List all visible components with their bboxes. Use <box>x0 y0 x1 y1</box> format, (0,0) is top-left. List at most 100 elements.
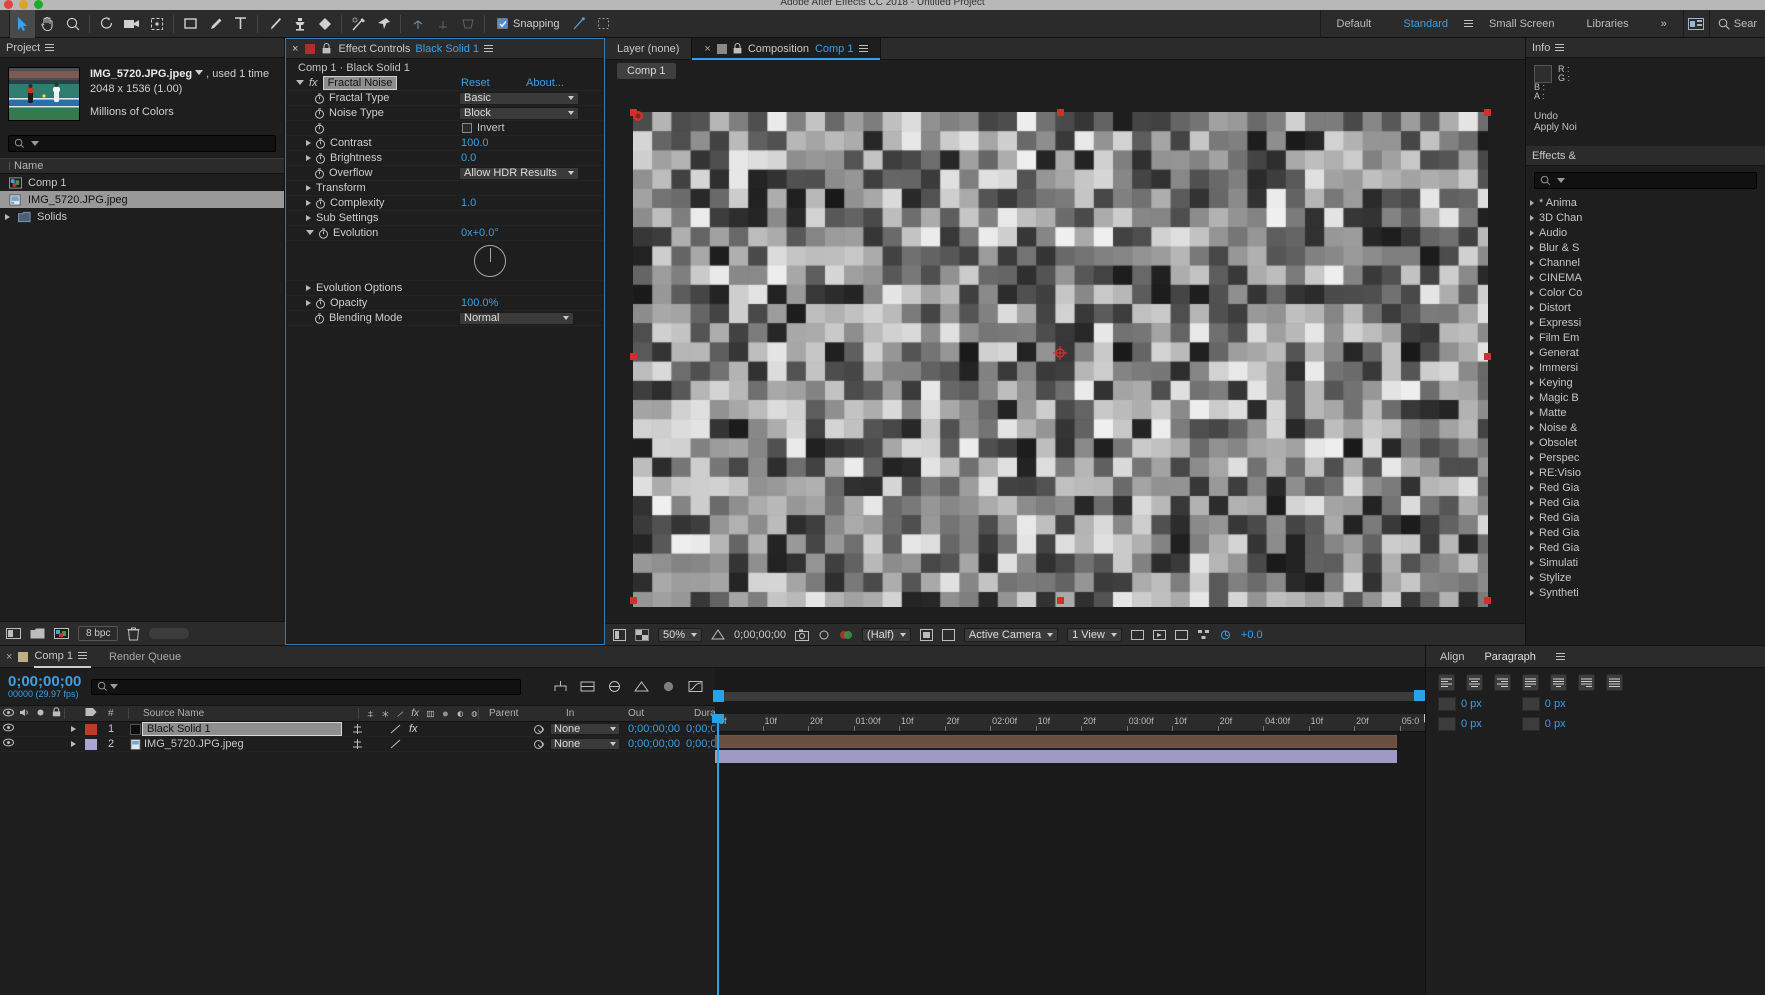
justify-all-icon[interactable] <box>1606 674 1623 691</box>
toolbar-grip[interactable] <box>0 10 10 37</box>
tab-effect-controls[interactable]: Effect Controls Black Solid 1 <box>338 43 493 55</box>
disclosure-triangle-icon[interactable] <box>1530 349 1534 356</box>
effect-header-fractal-noise[interactable]: fx Fractal Noise Reset About... <box>286 76 604 91</box>
disclosure-triangle-icon[interactable] <box>306 215 311 221</box>
delete-icon[interactable] <box>127 627 140 641</box>
layer-1-expand[interactable] <box>64 723 80 735</box>
disclosure-triangle-icon[interactable] <box>306 230 314 238</box>
layer-1-label-color[interactable] <box>80 723 102 735</box>
disclosure-triangle-icon[interactable] <box>1530 199 1534 206</box>
pixel-aspect-correction-icon[interactable] <box>1130 629 1144 641</box>
playhead-marker[interactable] <box>713 690 724 702</box>
disclosure-triangle-icon[interactable] <box>1530 529 1534 536</box>
justify-last-center-icon[interactable] <box>1550 674 1567 691</box>
align-left-icon[interactable] <box>1438 674 1455 691</box>
effects-category-item[interactable]: Stylize <box>1526 570 1765 585</box>
parent-header[interactable]: Parent <box>478 708 562 719</box>
roto-brush-tool[interactable] <box>346 10 371 38</box>
property-blending-mode[interactable]: Blending Mode Normal <box>286 311 604 326</box>
effect-name[interactable]: Fractal Noise <box>322 76 398 90</box>
property-fractal-type[interactable]: Fractal Type Basic <box>286 91 604 106</box>
blending-mode-dropdown[interactable]: Normal <box>459 311 574 325</box>
pan-behind-tool[interactable] <box>144 10 169 38</box>
effect-reset-button[interactable]: Reset <box>461 77 490 89</box>
playhead-line[interactable] <box>717 714 719 995</box>
effects-category-item[interactable]: Channel <box>1526 255 1765 270</box>
indent-right-field[interactable]: 0 px <box>1521 697 1566 711</box>
hide-shy-layers-icon[interactable] <box>607 680 622 693</box>
property-evolution[interactable]: Evolution 0x+0.0° <box>286 226 604 241</box>
disclosure-triangle-icon[interactable] <box>306 200 311 206</box>
zoom-tool[interactable] <box>60 10 85 38</box>
layer-2-duration-bar[interactable] <box>715 750 1397 763</box>
effects-category-item[interactable]: Obsolet <box>1526 435 1765 450</box>
effects-category-item[interactable]: Red Gia <box>1526 495 1765 510</box>
disclosure-triangle-icon[interactable] <box>1530 364 1534 371</box>
always-preview-icon[interactable] <box>613 628 626 641</box>
indent-left-field[interactable]: 0 px <box>1438 697 1482 711</box>
axis-local-icon[interactable] <box>405 10 430 38</box>
stopwatch-icon[interactable] <box>315 198 326 209</box>
tab-align[interactable]: Align <box>1440 651 1464 663</box>
layer-2-expand[interactable] <box>64 738 80 750</box>
frame-blending-icon[interactable] <box>634 680 650 693</box>
brightness-value[interactable]: 0.0 <box>461 152 476 164</box>
layer-1-name[interactable]: Black Solid 1 <box>142 722 342 736</box>
layer-1-quality-switch[interactable] <box>390 724 401 734</box>
reset-exposure-icon[interactable] <box>1219 629 1232 641</box>
disclosure-triangle-icon[interactable] <box>1530 274 1534 281</box>
disclosure-triangle-icon[interactable] <box>1530 559 1534 566</box>
effects-category-item[interactable]: Magic B <box>1526 390 1765 405</box>
stopwatch-icon[interactable] <box>314 123 325 134</box>
layer-2-parent-pickwhip[interactable] <box>526 739 550 750</box>
workspace-settings-icon[interactable] <box>1684 10 1709 38</box>
layer-2-video-toggle[interactable] <box>0 738 16 750</box>
snap-magnet-icon[interactable] <box>566 10 591 38</box>
show-channel-icon[interactable] <box>839 629 853 641</box>
timeline-menu-icon[interactable] <box>77 650 87 661</box>
layer-1-in[interactable]: 0;00;00;00 <box>620 723 686 735</box>
tab-info[interactable]: Info <box>1532 42 1565 54</box>
selection-handle-mr[interactable] <box>1484 353 1491 360</box>
disclosure-triangle-icon[interactable] <box>1530 514 1534 521</box>
new-composition-icon[interactable] <box>54 627 69 640</box>
in-header[interactable]: In <box>562 708 628 719</box>
take-snapshot-icon[interactable] <box>795 629 810 641</box>
disclosure-triangle-icon[interactable] <box>1530 454 1534 461</box>
selection-handle-bl[interactable] <box>630 597 637 604</box>
layer-number-header[interactable]: # <box>102 708 128 719</box>
effects-category-item[interactable]: Syntheti <box>1526 585 1765 600</box>
workspace-standard[interactable]: Standard <box>1387 10 1464 38</box>
timeline-link-icon[interactable] <box>1174 629 1188 641</box>
hand-tool[interactable] <box>35 10 60 38</box>
disclosure-triangle-icon[interactable] <box>5 213 10 220</box>
resolution-dropdown[interactable]: (Half) <box>862 627 911 642</box>
tab-composition[interactable]: × Composition Comp 1 <box>691 37 882 60</box>
composition-canvas[interactable] <box>605 80 1525 607</box>
show-snapshot-icon[interactable] <box>818 629 830 641</box>
out-header[interactable]: Out <box>628 708 694 719</box>
property-overflow[interactable]: Overflow Allow HDR Results <box>286 166 604 181</box>
effects-category-item[interactable]: Red Gia <box>1526 510 1765 525</box>
complexity-value[interactable]: 1.0 <box>461 197 476 209</box>
disclosure-triangle-icon[interactable] <box>1530 424 1534 431</box>
rotation-tool[interactable] <box>94 10 119 38</box>
effect-controls-menu-icon[interactable] <box>483 43 493 54</box>
camera-tool[interactable] <box>119 10 144 38</box>
effects-category-item[interactable]: Distort <box>1526 300 1765 315</box>
disclosure-triangle-icon[interactable] <box>1530 244 1534 251</box>
fractal-noise-render[interactable] <box>630 109 1491 607</box>
stopwatch-icon[interactable] <box>315 153 326 164</box>
selection-handle-br[interactable] <box>1484 597 1491 604</box>
disclosure-triangle-icon[interactable] <box>1530 409 1534 416</box>
layer-2-quality-switch[interactable] <box>390 739 401 749</box>
zoom-level-dropdown[interactable]: 50% <box>658 627 703 642</box>
timeline-timecode[interactable]: 0;00;00;00 <box>8 674 81 689</box>
property-complexity[interactable]: Complexity 1.0 <box>286 196 604 211</box>
space-after-field[interactable]: 0 px <box>1521 717 1566 731</box>
layer-1-fx-switch[interactable]: fx <box>409 723 418 735</box>
motion-blur-icon[interactable] <box>661 680 676 693</box>
project-item-comp-1[interactable]: Comp 1 <box>0 174 284 191</box>
property-group-evolution-options[interactable]: Evolution Options <box>286 281 604 296</box>
bit-depth-button[interactable]: 8 bpc <box>78 626 119 641</box>
